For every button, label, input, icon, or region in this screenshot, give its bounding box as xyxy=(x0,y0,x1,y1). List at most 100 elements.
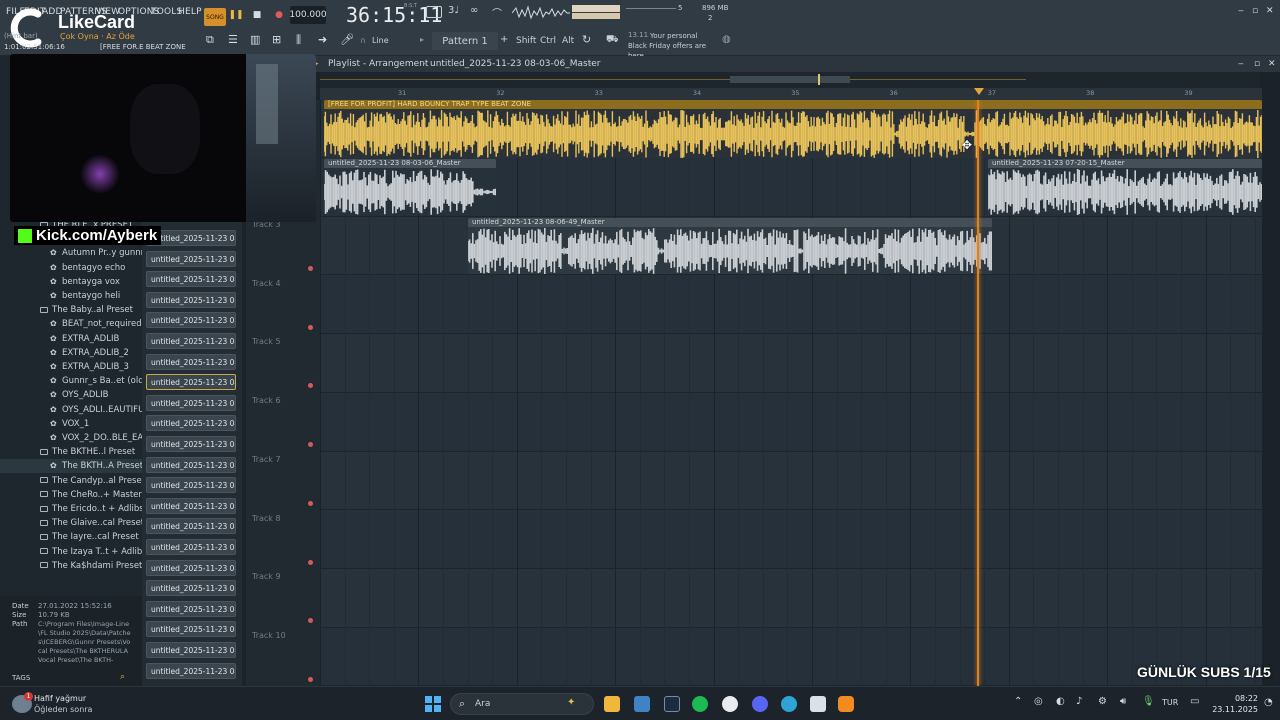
track-mute-led[interactable] xyxy=(308,618,313,624)
picker-clip[interactable]: untitled_2025-11-23 08- xyxy=(146,580,236,597)
record-button[interactable]: ● xyxy=(272,6,286,24)
tray-chevron-icon[interactable]: ⌃ xyxy=(1014,696,1022,707)
track-mute-led[interactable] xyxy=(308,500,313,506)
picker-clip[interactable]: untitled_2025-11-23 08- xyxy=(146,333,236,349)
playlist-pattern-name[interactable]: untitled_2025-11-23 08-03-06_Master xyxy=(430,59,600,69)
track-lane[interactable] xyxy=(320,569,1262,628)
track-lane[interactable] xyxy=(320,393,1262,452)
picker-clip[interactable]: untitled_2025-11-23 08- xyxy=(146,374,236,391)
song-mode-toggle[interactable]: SONG xyxy=(204,8,226,26)
playlist-grid[interactable]: [FREE FOR PROFIT] HARD BOUNCY TRAP TYPE … xyxy=(320,100,1262,686)
volume-icon[interactable]: 🔊︎ xyxy=(1120,696,1126,707)
metronome-icon[interactable]: ⌒ xyxy=(492,5,502,20)
audio-clip[interactable]: untitled_2025-11-23 08-03-06_Master xyxy=(324,159,496,215)
track-label[interactable]: Track 8 xyxy=(252,514,281,523)
browser-preset[interactable]: ✿ Gunnr_s Ba..et (old) xyxy=(50,376,147,386)
step-icon[interactable]: 3♩ xyxy=(448,5,459,16)
picker-clip[interactable]: untitled_2025-11-23 08- xyxy=(146,436,236,452)
search-icon[interactable]: ⌕ xyxy=(120,672,125,682)
track-mute-led[interactable] xyxy=(308,324,313,330)
tray-obs-icon[interactable]: ◐ xyxy=(1056,696,1065,707)
keyboard-icon[interactable] xyxy=(426,6,442,18)
picker-clip[interactable]: untitled_2025-11-23 08- xyxy=(146,621,236,638)
clock-time[interactable]: 08:22 xyxy=(1218,694,1258,703)
track-label[interactable]: Track 10 xyxy=(252,631,286,640)
notepad-icon[interactable] xyxy=(810,696,826,712)
browser-folder[interactable]: The Baby..al Preset xyxy=(40,305,133,315)
browser-preset[interactable]: ✿ bentayga vox xyxy=(50,277,120,287)
track-mute-led[interactable] xyxy=(308,676,313,682)
piano-roll-icon[interactable]: ▥ xyxy=(250,33,260,46)
ctrl-key[interactable]: Ctrl xyxy=(540,36,556,46)
add-pattern-icon[interactable]: + xyxy=(500,34,508,45)
close-icon[interactable]: ✕ xyxy=(1266,6,1274,16)
weather-title[interactable]: Hafif yağmur xyxy=(34,694,86,703)
picker-clip[interactable]: untitled_2025-11-23 08- xyxy=(146,415,236,432)
cart-icon[interactable]: ⛟ xyxy=(606,34,619,47)
track-mute-led[interactable] xyxy=(308,266,313,271)
network-icon[interactable]: ▭ xyxy=(1190,696,1199,707)
picker-clip[interactable]: untitled_2025-11-23 08- xyxy=(146,518,236,535)
photos-icon[interactable] xyxy=(634,696,650,712)
overview-window[interactable] xyxy=(730,76,850,83)
notification-bell-icon[interactable]: ◔ xyxy=(1264,697,1273,708)
track-label[interactable]: Track 6 xyxy=(252,396,281,405)
audio-clip[interactable]: untitled_2025-11-23 07-20-15_Master xyxy=(988,159,1262,215)
channel-rack-icon[interactable]: ☰ xyxy=(228,33,238,46)
shift-key[interactable]: Shift xyxy=(516,36,536,46)
playhead-line[interactable] xyxy=(977,100,979,686)
tray-audio-icon[interactable]: ♪ xyxy=(1076,696,1082,707)
clip-title[interactable]: untitled_2025-11-23 08-03-06_Master xyxy=(324,159,496,168)
clip-title[interactable]: untitled_2025-11-23 07-20-15_Master xyxy=(988,159,1262,168)
language-indicator[interactable]: TUR xyxy=(1162,698,1178,707)
track-label[interactable]: Track 5 xyxy=(252,337,281,346)
edge-icon[interactable] xyxy=(781,696,797,712)
audio-clip[interactable]: [FREE FOR PROFIT] HARD BOUNCY TRAP TYPE … xyxy=(324,100,1262,158)
playlist-minimize-icon[interactable]: ‒ xyxy=(1238,59,1244,69)
picker-clip[interactable]: untitled_2025-11-23 08- xyxy=(146,250,236,267)
picker-clip[interactable]: untitled_2025-11-23 08- xyxy=(146,312,236,329)
browser-folder[interactable]: The Ka$hdami Preset xyxy=(40,561,142,571)
stop-button[interactable]: ■ xyxy=(250,6,264,24)
refresh-icon[interactable]: ↻ xyxy=(582,33,591,46)
maximize-icon[interactable]: ▫ xyxy=(1252,6,1258,16)
playhead-marker[interactable] xyxy=(974,88,984,95)
browser-preset[interactable]: ✿ The BKTH..A Preset xyxy=(50,461,143,471)
spotify-icon[interactable] xyxy=(692,696,708,712)
browser-preset[interactable]: ✿ EXTRA_ADLIB xyxy=(50,334,119,344)
plugin-icon[interactable]: ⫼ xyxy=(296,33,301,47)
browser-preset[interactable]: ✿ Autumn Pr..y gunnr) xyxy=(50,248,148,258)
picker-clip[interactable]: untitled_2025-11-23 08- xyxy=(146,291,236,308)
browser-folder[interactable]: The BKTHE..l Preset xyxy=(40,447,135,457)
globe-icon[interactable]: ◍ xyxy=(722,34,731,45)
file-explorer-icon[interactable] xyxy=(604,696,620,712)
browser-folder[interactable]: The CheRo..+ Master xyxy=(40,490,142,500)
browser-preset[interactable]: ✿ OYS_ADLIB xyxy=(50,390,109,400)
clock-date[interactable]: 23.11.2025 xyxy=(1200,705,1258,714)
chrome-icon[interactable] xyxy=(722,696,738,712)
browser-folder[interactable]: The Glaive..cal Preset xyxy=(40,518,144,528)
clip-title[interactable]: [FREE FOR PROFIT] HARD BOUNCY TRAP TYPE … xyxy=(324,100,1262,109)
picker-clip[interactable]: untitled_2025-11-23 08- xyxy=(146,559,236,576)
playlist-close-icon[interactable]: ✕ xyxy=(1268,59,1276,69)
picker-clip[interactable]: untitled_2025-11-23 08- xyxy=(146,662,236,679)
playlist-maximize-icon[interactable]: ▫ xyxy=(1254,59,1260,69)
pause-button[interactable]: ❚❚ xyxy=(228,6,244,24)
playlist-overview[interactable] xyxy=(320,72,1260,88)
loop-icon[interactable]: ∞ xyxy=(470,5,478,16)
picker-clip[interactable]: untitled_2025-11-23 08- xyxy=(146,477,236,494)
picker-clip[interactable]: untitled_2025-11-23 08- xyxy=(146,271,236,288)
browser-folder[interactable]: The Iayre..cal Preset xyxy=(40,532,139,542)
picker-clip[interactable]: untitled_2025-11-23 08- xyxy=(146,353,236,370)
tray-app-icon[interactable]: ◎ xyxy=(1034,696,1043,707)
pattern-select[interactable]: Pattern 1 xyxy=(432,32,498,50)
track-label[interactable]: Track 4 xyxy=(252,279,281,288)
browser-preset[interactable]: ✿ EXTRA_ADLIB_3 xyxy=(50,362,129,372)
picker-clip[interactable]: untitled_2025-11-23 08- xyxy=(146,456,236,473)
audio-clip[interactable]: untitled_2025-11-23 08-06-49_Master xyxy=(468,218,992,274)
windows-start-icon[interactable] xyxy=(425,696,441,712)
track-label[interactable]: Track 9 xyxy=(252,572,281,581)
microphone-icon[interactable]: 🎤︎ xyxy=(340,33,354,46)
track-mute-led[interactable] xyxy=(308,559,313,565)
track-lane[interactable] xyxy=(320,334,1262,393)
